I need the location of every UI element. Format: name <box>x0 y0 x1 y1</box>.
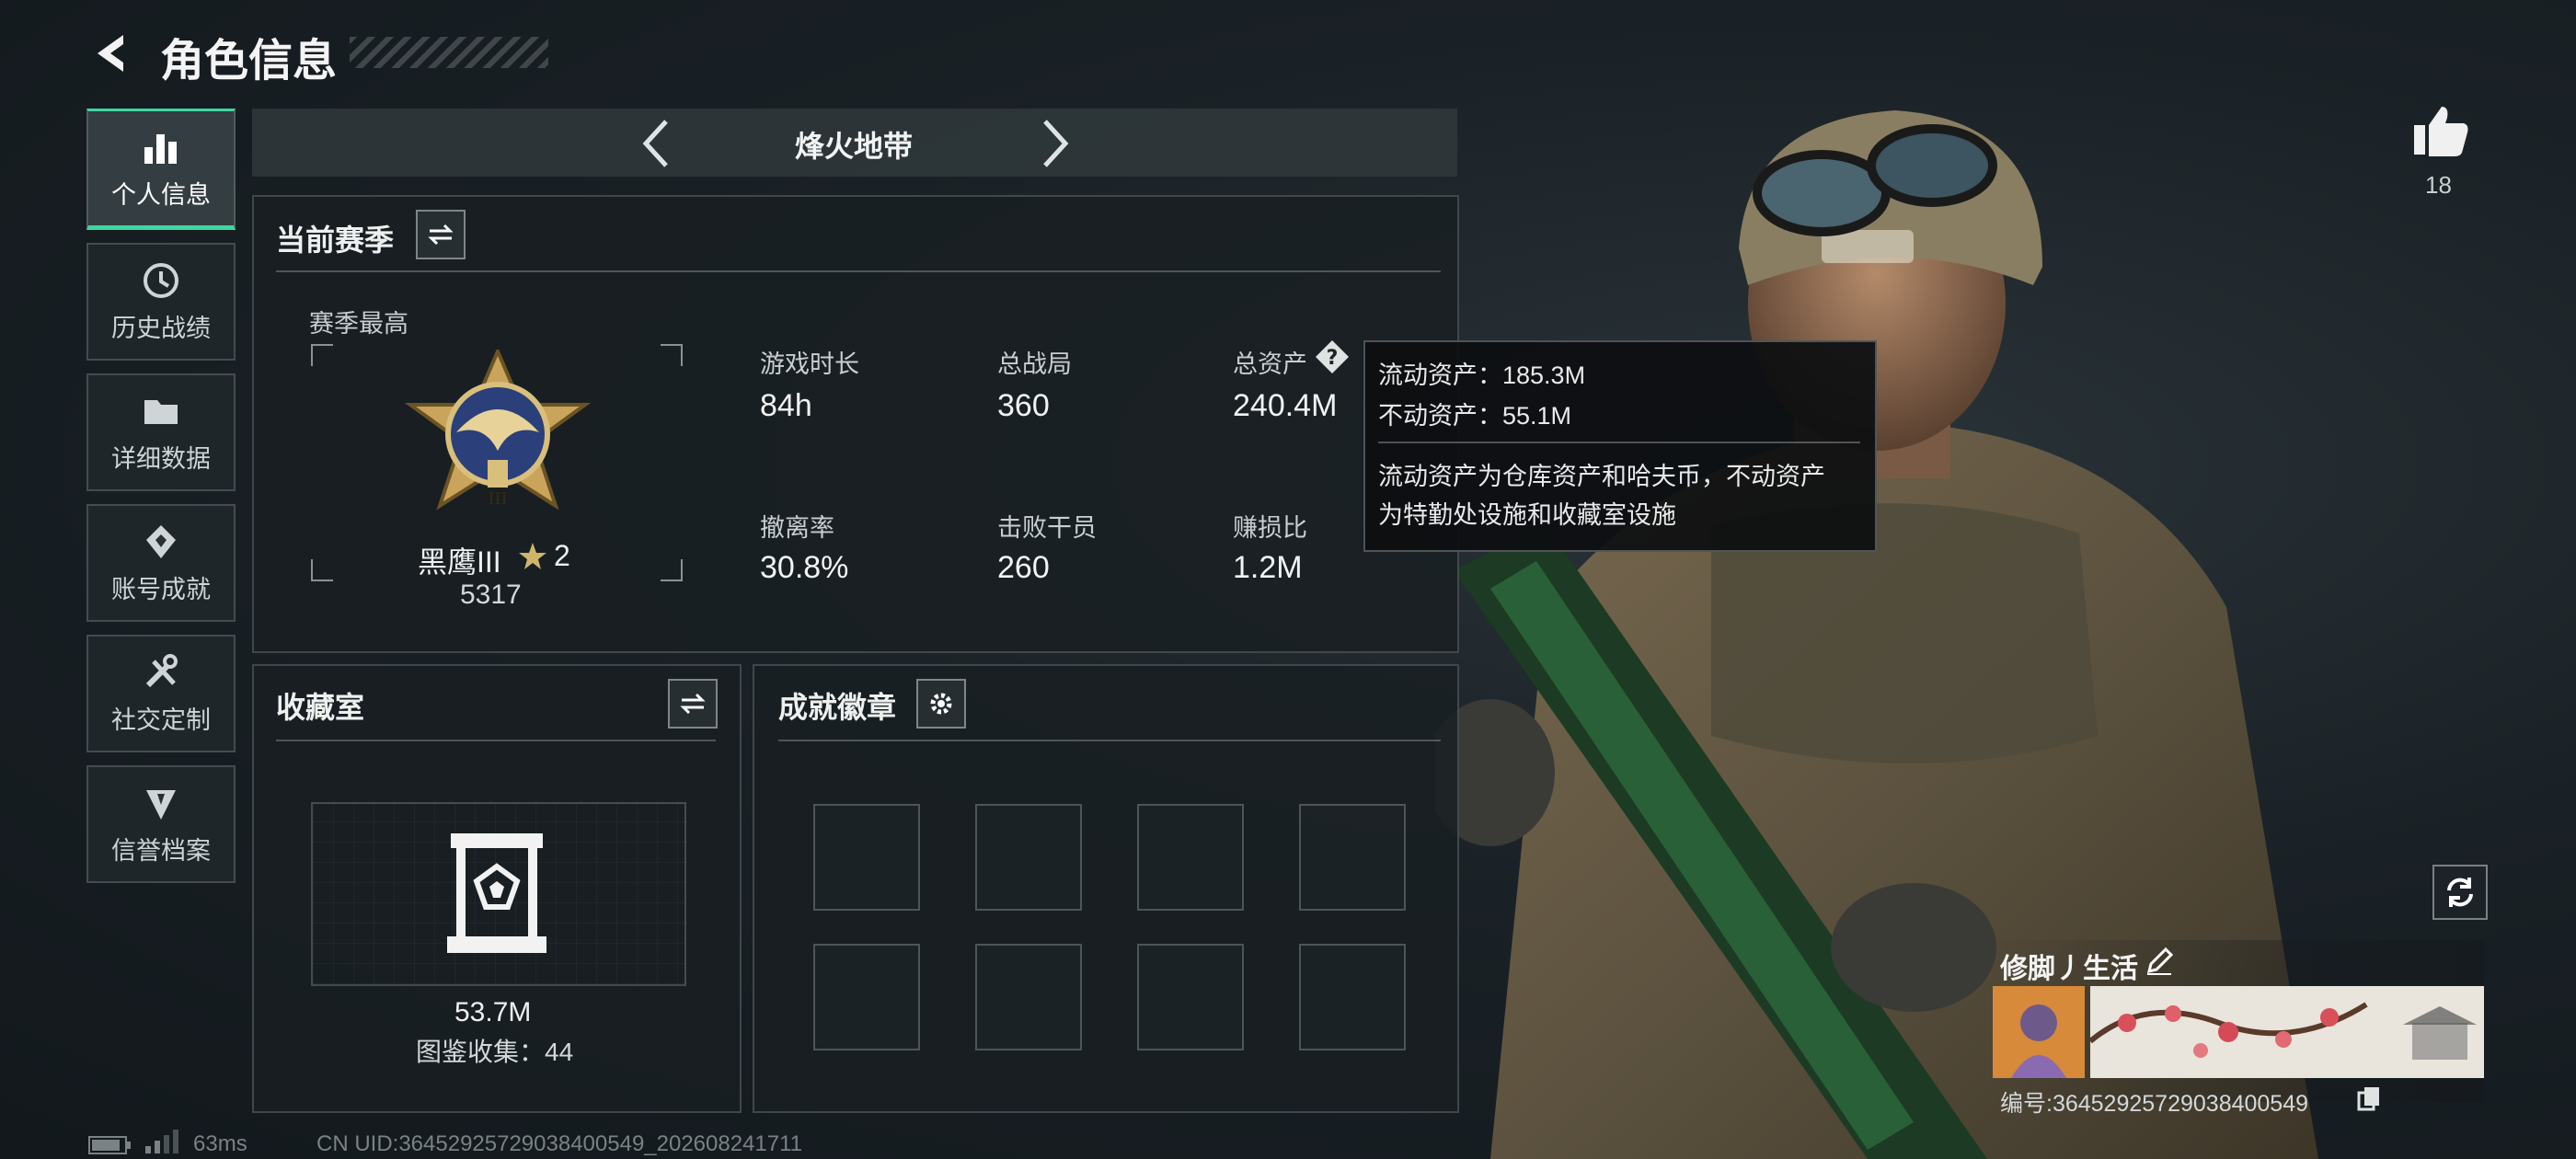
copy-icon <box>2357 1087 2379 1111</box>
stat-label-extract-rate: 撤离率 <box>760 514 834 542</box>
stat-label-profit-ratio: 赚损比 <box>1233 514 1307 542</box>
badge-slot[interactable] <box>1137 944 1244 1050</box>
pencil-icon <box>2146 947 2174 975</box>
title-decoration <box>350 37 548 68</box>
shield-icon <box>146 789 176 820</box>
sidebar-item-history[interactable]: 历史战绩 <box>86 243 236 361</box>
badge-slot[interactable] <box>813 944 920 1050</box>
achievement-icon <box>146 524 176 558</box>
badge-slot[interactable] <box>813 804 920 911</box>
sidebar-item-label: 详细数据 <box>111 444 211 473</box>
like-button[interactable] <box>2412 103 2469 158</box>
tooltip-liquid-assets: 流动资产：185.3M <box>1378 361 1586 389</box>
collection-title: 收藏室 <box>276 691 365 724</box>
gear-icon <box>930 693 952 715</box>
season-title: 当前赛季 <box>276 224 395 257</box>
like-count: 18 <box>2425 171 2452 199</box>
swap-icon <box>680 693 706 715</box>
sidebar-item-credit[interactable]: 信誉档案 <box>86 765 236 883</box>
rank-name: 黑鹰III <box>418 545 501 579</box>
star-icon <box>519 543 546 569</box>
sidebar-item-achievements[interactable]: 账号成就 <box>86 504 236 622</box>
stat-value-profit-ratio: 1.2M <box>1233 550 1303 585</box>
mode-prev-button[interactable] <box>638 116 675 171</box>
refresh-icon <box>2447 878 2473 907</box>
svg-text:?: ? <box>1327 347 1339 370</box>
tooltip-desc-line2: 为特勤处设施和收藏室设施 <box>1378 501 1676 529</box>
stat-value-kills: 260 <box>997 550 1050 585</box>
player-avatar[interactable] <box>1993 986 2085 1078</box>
uid-text: CN UID:364529257290384005​49_20260824171… <box>316 1131 803 1156</box>
copy-id-button[interactable] <box>2357 1085 2381 1111</box>
achievements-settings-button[interactable] <box>916 679 966 729</box>
chevron-right-icon <box>1043 120 1069 167</box>
svg-text:III: III <box>488 489 507 509</box>
help-icon[interactable]: ? <box>1314 339 1351 375</box>
stat-value-extract-rate: 30.8% <box>760 550 849 585</box>
stat-value-matches: 360 <box>997 388 1050 423</box>
ping-text: 63ms <box>193 1131 247 1156</box>
signal-icon <box>145 1130 178 1153</box>
badge-slot[interactable] <box>1299 804 1406 911</box>
badge-slot[interactable] <box>1137 804 1244 911</box>
assets-tooltip: 流动资产：185.3M 不动资产：55.1M 流动资产为仓库资产和哈夫币，不动资… <box>1363 340 1877 552</box>
history-icon <box>144 262 178 298</box>
battery-icon <box>88 1136 131 1154</box>
player-name: 修脚丿生活 <box>2000 954 2138 984</box>
tools-icon <box>145 653 178 687</box>
sidebar-item-label: 历史战绩 <box>111 314 211 342</box>
player-id: 编号:3645292572903840054​9 <box>2000 1091 2309 1117</box>
sidebar-item-label: 个人信息 <box>111 180 211 209</box>
sidebar-item-label: 账号成就 <box>111 575 211 603</box>
swap-icon <box>428 224 454 246</box>
sidebar-item-profile[interactable]: 个人信息 <box>86 109 236 230</box>
sidebar-item-social[interactable]: 社交定制 <box>86 635 236 752</box>
collection-value: 53.7M <box>454 997 532 1027</box>
rank-score: 5317 <box>460 580 522 610</box>
collection-count: 图鉴收集：44 <box>416 1038 574 1066</box>
back-arrow-icon <box>98 35 123 72</box>
divider <box>778 740 1441 741</box>
stat-value-assets: 240.4M <box>1233 388 1338 423</box>
season-switch-button[interactable] <box>416 210 466 259</box>
player-banner[interactable] <box>2090 986 2484 1078</box>
stat-value-playtime: 84h <box>760 388 812 423</box>
stat-label-kills: 击败干员 <box>997 514 1097 542</box>
collection-switch-button[interactable] <box>668 679 718 729</box>
badge-slot[interactable] <box>975 944 1082 1050</box>
back-button[interactable] <box>88 29 134 77</box>
rank-emblem-icon: III <box>404 350 592 511</box>
bar-chart-icon <box>144 133 177 164</box>
thumbs-up-icon <box>2414 107 2468 156</box>
page-title: 角色信息 <box>160 37 338 86</box>
season-best-label: 赛季最高 <box>309 310 408 338</box>
sidebar-item-label: 信誉档案 <box>111 836 211 865</box>
folder-icon <box>144 399 178 424</box>
sidebar-item-label: 社交定制 <box>111 706 211 734</box>
rotate-character-button[interactable] <box>2432 865 2488 920</box>
badge-slot[interactable] <box>1299 944 1406 1050</box>
achievements-title: 成就徽章 <box>778 691 897 724</box>
display-case-icon <box>447 833 546 953</box>
stat-label-matches: 总战局 <box>997 350 1072 378</box>
edit-name-button[interactable] <box>2144 946 2175 977</box>
stat-label-assets: 总资产 <box>1233 350 1307 378</box>
tooltip-divider <box>1378 442 1860 443</box>
mode-next-button[interactable] <box>1036 116 1073 171</box>
badge-slot[interactable] <box>975 804 1082 911</box>
stat-label-playtime: 游戏时长 <box>760 350 859 378</box>
sidebar-item-details[interactable]: 详细数据 <box>86 373 236 491</box>
mode-label: 烽火地带 <box>795 130 914 163</box>
tooltip-fixed-assets: 不动资产：55.1M <box>1378 402 1572 430</box>
divider <box>276 270 1441 272</box>
chevron-left-icon <box>642 120 668 167</box>
rank-stars: 2 <box>554 539 570 572</box>
tooltip-desc-line1: 流动资产为仓库资产和哈夫币，不动资产 <box>1378 463 1825 490</box>
divider <box>276 740 716 741</box>
